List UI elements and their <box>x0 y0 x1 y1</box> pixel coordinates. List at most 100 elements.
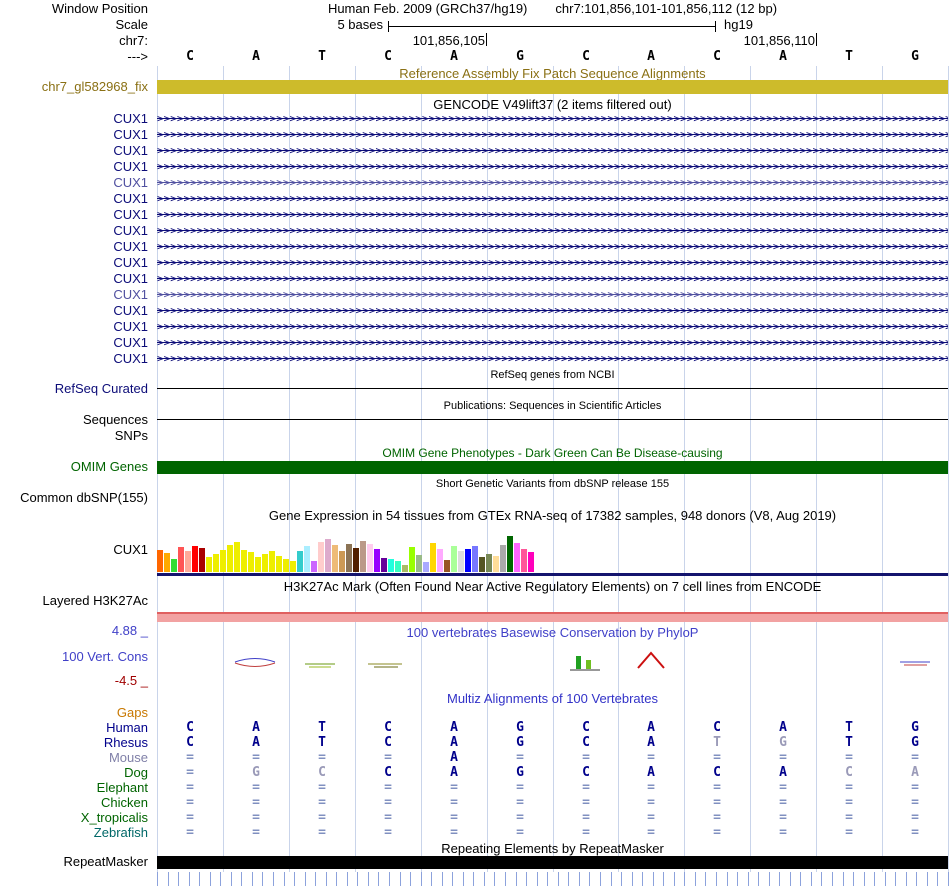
gtex-bar-chart[interactable] <box>157 527 536 572</box>
omim-gene-bar[interactable] <box>157 461 948 474</box>
assembly-title: Human Feb. 2009 (GRCh37/hg19) <box>327 1 528 16</box>
repeatmasker-label[interactable]: RepeatMasker <box>0 855 148 869</box>
sequences-label[interactable]: Sequences <box>0 413 148 427</box>
multiz-species-row[interactable]: CATCAGCATGTG <box>157 736 948 750</box>
gencode-transcript[interactable]: >>>>>>>>>>>>>>>>>>>>>>>>>>>>>>>>>>>>>>>>… <box>157 353 948 365</box>
gencode-transcript-label[interactable]: CUX1 <box>0 304 148 318</box>
gencode-transcript[interactable]: >>>>>>>>>>>>>>>>>>>>>>>>>>>>>>>>>>>>>>>>… <box>157 289 948 301</box>
gencode-transcript-label[interactable]: CUX1 <box>0 144 148 158</box>
gencode-transcript-label[interactable]: CUX1 <box>0 288 148 302</box>
refseq-curated-label[interactable]: RefSeq Curated <box>0 382 148 396</box>
multiz-base: = <box>252 750 260 765</box>
multiz-base: = <box>845 780 853 795</box>
multiz-species-row[interactable]: CATCAGCACATG <box>157 721 948 735</box>
repeatmasker-bar[interactable] <box>157 856 948 869</box>
fix-patch-label[interactable]: chr7_gl582968_fix <box>0 80 148 94</box>
snps-label[interactable]: SNPs <box>0 429 148 443</box>
bottom-tick <box>779 872 780 886</box>
gencode-transcript[interactable]: >>>>>>>>>>>>>>>>>>>>>>>>>>>>>>>>>>>>>>>>… <box>157 225 948 237</box>
multiz-base: = <box>384 780 392 795</box>
multiz-species-label[interactable]: Chicken <box>0 796 148 810</box>
gencode-transcript-label[interactable]: CUX1 <box>0 160 148 174</box>
multiz-species-row[interactable]: = = = = = = = = = = = = <box>157 826 948 840</box>
multiz-base: = <box>845 825 853 840</box>
publications-item-line[interactable] <box>157 419 948 420</box>
h3k27ac-label[interactable]: Layered H3K27Ac <box>0 594 148 608</box>
gencode-transcript[interactable]: >>>>>>>>>>>>>>>>>>>>>>>>>>>>>>>>>>>>>>>>… <box>157 337 948 349</box>
gtex-tissue-bar <box>353 548 359 572</box>
gtex-title: Gene Expression in 54 tissues from GTEx … <box>268 508 837 523</box>
bottom-tick <box>558 872 559 886</box>
multiz-base: = <box>779 780 787 795</box>
gtex-tissue-bar <box>493 556 499 572</box>
bottom-tick <box>442 872 443 886</box>
multiz-species-label[interactable]: Mouse <box>0 751 148 765</box>
multiz-base: G <box>779 735 787 750</box>
gencode-transcript[interactable]: >>>>>>>>>>>>>>>>>>>>>>>>>>>>>>>>>>>>>>>>… <box>157 113 948 125</box>
gencode-transcript[interactable]: >>>>>>>>>>>>>>>>>>>>>>>>>>>>>>>>>>>>>>>>… <box>157 257 948 269</box>
gencode-transcript-label[interactable]: CUX1 <box>0 176 148 190</box>
phylop-track-label[interactable]: 100 Vert. Cons <box>0 650 148 664</box>
gtex-gene-line[interactable] <box>157 573 948 576</box>
bottom-tick <box>600 872 601 886</box>
multiz-species-row[interactable]: = = = = = = = = = = = = <box>157 811 948 825</box>
dbsnp-label[interactable]: Common dbSNP(155) <box>0 491 148 505</box>
gencode-transcript[interactable]: >>>>>>>>>>>>>>>>>>>>>>>>>>>>>>>>>>>>>>>>… <box>157 161 948 173</box>
omim-genes-label[interactable]: OMIM Genes <box>0 460 148 474</box>
gencode-transcript-label[interactable]: CUX1 <box>0 352 148 366</box>
gtex-tissue-bar <box>248 552 254 572</box>
gencode-transcript-label[interactable]: CUX1 <box>0 192 148 206</box>
multiz-base: = <box>516 750 524 765</box>
multiz-species-label[interactable]: Human <box>0 721 148 735</box>
gtex-gene-label[interactable]: CUX1 <box>0 543 148 557</box>
multiz-species-row[interactable]: = G C C A G C A C A C A <box>157 766 948 780</box>
gencode-transcript[interactable]: >>>>>>>>>>>>>>>>>>>>>>>>>>>>>>>>>>>>>>>>… <box>157 177 948 189</box>
multiz-base: = <box>384 750 392 765</box>
repeatmasker-title: Repeating Elements by RepeatMasker <box>441 841 664 856</box>
gencode-transcript[interactable]: >>>>>>>>>>>>>>>>>>>>>>>>>>>>>>>>>>>>>>>>… <box>157 305 948 317</box>
bottom-tick <box>305 872 306 886</box>
gencode-transcript[interactable]: >>>>>>>>>>>>>>>>>>>>>>>>>>>>>>>>>>>>>>>>… <box>157 145 948 157</box>
gtex-tissue-bar <box>276 556 282 572</box>
multiz-species-label[interactable]: X_tropicalis <box>0 811 148 825</box>
bottom-tick <box>241 872 242 886</box>
multiz-species-row[interactable]: = = = = = = = = = = = = <box>157 796 948 810</box>
position-title: chr7:101,856,101-101,856,112 (12 bp) <box>555 1 778 16</box>
multiz-base: T <box>318 720 326 735</box>
gencode-transcript[interactable]: >>>>>>>>>>>>>>>>>>>>>>>>>>>>>>>>>>>>>>>>… <box>157 193 948 205</box>
gencode-transcript[interactable]: >>>>>>>>>>>>>>>>>>>>>>>>>>>>>>>>>>>>>>>>… <box>157 241 948 253</box>
gencode-transcript[interactable]: >>>>>>>>>>>>>>>>>>>>>>>>>>>>>>>>>>>>>>>>… <box>157 129 948 141</box>
gencode-transcript[interactable]: >>>>>>>>>>>>>>>>>>>>>>>>>>>>>>>>>>>>>>>>… <box>157 209 948 221</box>
multiz-base: C <box>384 735 392 750</box>
multiz-species-label[interactable]: Zebrafish <box>0 826 148 840</box>
gtex-tissue-bar <box>486 554 492 572</box>
bottom-tick <box>157 872 158 886</box>
multiz-species-label[interactable]: Elephant <box>0 781 148 795</box>
gencode-transcript-label[interactable]: CUX1 <box>0 320 148 334</box>
gencode-transcript[interactable]: >>>>>>>>>>>>>>>>>>>>>>>>>>>>>>>>>>>>>>>>… <box>157 273 948 285</box>
gencode-transcript[interactable]: >>>>>>>>>>>>>>>>>>>>>>>>>>>>>>>>>>>>>>>>… <box>157 321 948 333</box>
multiz-species-label[interactable]: Rhesus <box>0 736 148 750</box>
phylop-wiggle[interactable] <box>157 640 948 684</box>
gencode-transcript-label[interactable]: CUX1 <box>0 208 148 222</box>
gencode-transcript-label[interactable]: CUX1 <box>0 256 148 270</box>
multiz-species-row[interactable]: = = = = = = = = = = = = <box>157 781 948 795</box>
h3k27ac-signal-band[interactable] <box>157 614 948 622</box>
gencode-transcript-label[interactable]: CUX1 <box>0 224 148 238</box>
gencode-transcript-label[interactable]: CUX1 <box>0 240 148 254</box>
refseq-gene-line[interactable] <box>157 388 948 389</box>
gencode-transcript-label[interactable]: CUX1 <box>0 128 148 142</box>
gencode-transcript-label[interactable]: CUX1 <box>0 272 148 286</box>
gtex-tissue-bar <box>367 544 373 572</box>
multiz-species-label[interactable]: Dog <box>0 766 148 780</box>
gencode-transcript-label[interactable]: CUX1 <box>0 336 148 350</box>
multiz-species-row[interactable]: = = = = A = = = = = = = <box>157 751 948 765</box>
multiz-base: G <box>911 720 919 735</box>
multiz-base: C <box>713 720 721 735</box>
multiz-gaps-label[interactable]: Gaps <box>0 706 148 720</box>
multiz-base: = <box>318 780 326 795</box>
gencode-transcript-label[interactable]: CUX1 <box>0 112 148 126</box>
fix-patch-bar[interactable] <box>157 80 948 94</box>
gtex-tissue-bar <box>269 551 275 572</box>
multiz-base: = <box>911 810 919 825</box>
